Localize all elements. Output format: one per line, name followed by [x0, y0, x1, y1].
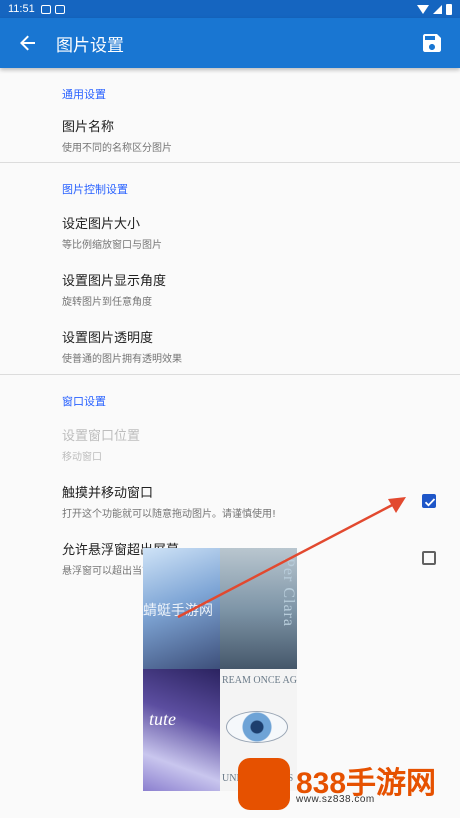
page-title: 图片设置: [56, 35, 124, 56]
app-bar: 图片设置: [0, 18, 460, 68]
dragon-logo-icon: [238, 758, 290, 810]
pref-title: 设置图片透明度: [62, 330, 154, 346]
pref-summary: 旋转图片到任意角度: [62, 296, 152, 308]
pref-summary: 移动窗口: [62, 451, 102, 463]
check-icon: [424, 497, 436, 506]
pref-title: 设定图片大小: [62, 216, 141, 232]
status-bar: 11:51: [0, 0, 460, 18]
pref-touch-move-window[interactable]: 触摸并移动窗口 打开这个功能就可以随意拖动图片。请谨慎使用!: [0, 472, 460, 529]
floating-image-tile: 蜻蜓手游网: [143, 548, 220, 669]
watermark-text: 蜻蜓手游网: [143, 603, 213, 619]
battery-icon: [446, 3, 452, 15]
pref-summary: 打开这个功能就可以随意拖动图片。请谨慎使用!: [62, 508, 277, 520]
pref-image-name[interactable]: 图片名称 使用不同的名称区分图片: [0, 108, 460, 162]
site-logo: 838手游网 www.sz838.com: [236, 756, 460, 814]
category-window: 窗口设置: [62, 395, 106, 408]
status-indicators: [417, 3, 452, 15]
image-text: tute: [149, 709, 176, 729]
pref-image-size[interactable]: 设定图片大小 等比例缩放窗口与图片: [0, 203, 460, 260]
pref-window-position: 设置窗口位置 移动窗口: [0, 415, 460, 472]
floating-image-tile: Per Clara: [220, 548, 297, 669]
logo-url: www.sz838.com: [296, 794, 375, 805]
floating-image-tile: tute: [143, 669, 220, 791]
pref-title: 触摸并移动窗口: [62, 485, 154, 501]
settings-list: 通用设置 图片名称 使用不同的名称区分图片 图片控制设置 设定图片大小 等比例缩…: [0, 68, 460, 586]
pref-image-opacity[interactable]: 设置图片透明度 使普通的图片拥有透明效果: [0, 317, 460, 374]
status-time: 11:51: [8, 3, 35, 15]
status-notification-icon-2: [54, 4, 65, 14]
touch-move-checkbox[interactable]: [422, 493, 436, 508]
status-notification-icon: [40, 4, 51, 14]
pref-summary: 等比例缩放窗口与图片: [62, 239, 162, 251]
pref-summary: 使普通的图片拥有透明效果: [62, 353, 182, 365]
floating-image-window[interactable]: 蜻蜓手游网 Per Clara tute REAM ONCE AGA UNDO …: [143, 548, 297, 791]
category-general: 通用设置: [62, 88, 106, 101]
wifi-icon: [417, 4, 429, 14]
category-image-control: 图片控制设置: [62, 183, 128, 196]
save-button[interactable]: [404, 18, 460, 68]
image-text: REAM ONCE AGA: [222, 675, 297, 686]
pref-title: 设置窗口位置: [62, 428, 141, 444]
arrow-back-icon: [20, 35, 35, 51]
pref-image-angle[interactable]: 设置图片显示角度 旋转图片到任意角度: [0, 260, 460, 317]
pref-title: 设置图片显示角度: [62, 273, 167, 289]
save-icon: [423, 34, 441, 52]
pref-title: 图片名称: [62, 120, 115, 135]
signal-icon: [433, 4, 442, 14]
pref-summary: 使用不同的名称区分图片: [62, 143, 172, 154]
eye-image: [226, 711, 288, 743]
back-button[interactable]: [0, 18, 56, 68]
allow-outside-checkbox[interactable]: [422, 550, 436, 565]
image-text: Per Clara: [280, 558, 297, 627]
